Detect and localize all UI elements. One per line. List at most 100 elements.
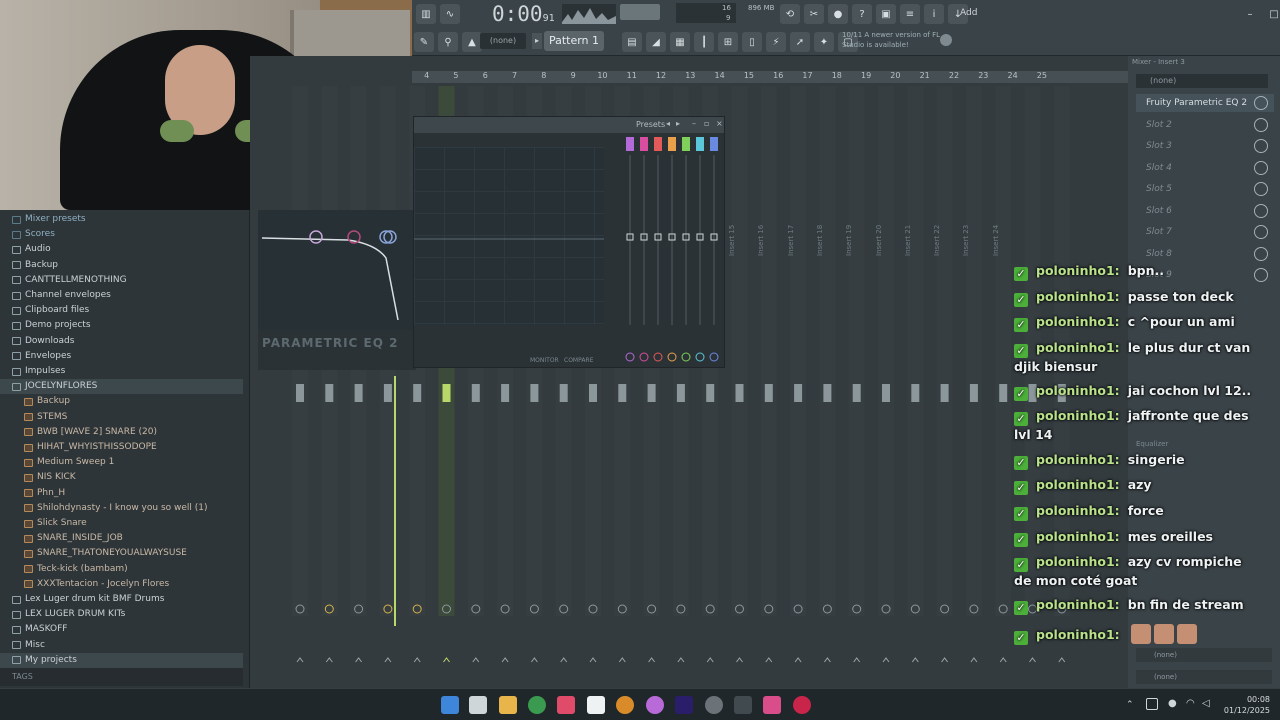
route-arrow[interactable] — [501, 657, 509, 663]
mixer-effect-slot[interactable]: Slot 7 — [1136, 223, 1274, 241]
route-arrow[interactable] — [1029, 657, 1036, 663]
route-arrow[interactable] — [794, 657, 802, 663]
browser-item[interactable]: XXXTentacion - Jocelyn Flores — [0, 577, 243, 592]
eq-band-type-button[interactable] — [668, 137, 676, 151]
slot-mix-knob[interactable] — [1254, 246, 1268, 261]
tray-sync-icon[interactable] — [1146, 698, 1158, 710]
capcut-icon[interactable] — [587, 696, 605, 714]
browser-icon[interactable]: ▯ — [742, 32, 762, 52]
browser-item[interactable]: MASKOFF — [0, 622, 243, 637]
pencil-icon[interactable]: ✎ — [414, 32, 434, 52]
route-arrow[interactable] — [648, 657, 655, 663]
playlist-icon[interactable]: ▤ — [622, 32, 642, 52]
volume-fader[interactable] — [471, 384, 480, 402]
browser-item[interactable]: BWB [WAVE 2] SNARE (20) — [0, 425, 243, 440]
volume-fader[interactable] — [911, 384, 920, 402]
chrome-icon[interactable] — [528, 696, 546, 714]
mode-icon[interactable]: ▥ — [416, 4, 436, 24]
plug-icon[interactable]: ⚡ — [766, 32, 786, 52]
preset-next-icon[interactable]: ▸ — [676, 119, 680, 128]
undo-icon[interactable]: ⟲ — [780, 4, 800, 24]
route-arrow[interactable] — [736, 657, 743, 663]
browser-item[interactable]: Channel envelopes — [0, 288, 243, 303]
cut-icon[interactable]: ✂ — [804, 4, 824, 24]
master-volume[interactable] — [620, 4, 660, 20]
eq-spectrum[interactable] — [414, 147, 604, 325]
eq-presets-menu[interactable]: Presets — [636, 120, 665, 129]
mixer-effect-slot[interactable]: Fruity Parametric EQ 2 — [1136, 94, 1274, 112]
music-icon[interactable] — [557, 696, 575, 714]
route-arrow[interactable] — [472, 657, 480, 663]
volume-fader[interactable] — [501, 384, 510, 402]
route-arrow[interactable] — [618, 657, 626, 663]
stamp-icon[interactable]: ▲ — [462, 32, 482, 52]
browser-item[interactable]: LEX LUGER DRUM KITs — [0, 607, 243, 622]
eq-band-type-button[interactable] — [696, 137, 704, 151]
browser-item[interactable]: STEMS — [0, 410, 243, 425]
channel-rack-icon[interactable]: ▦ — [670, 32, 690, 52]
browser-item[interactable]: Backup — [0, 258, 243, 273]
browser-item[interactable]: My projects — [0, 652, 243, 668]
obs-icon[interactable] — [646, 696, 664, 714]
start-icon[interactable] — [441, 696, 459, 714]
send-select-2[interactable]: (none) — [1136, 670, 1272, 684]
route-arrow[interactable] — [384, 657, 392, 663]
route-arrow[interactable] — [355, 657, 362, 663]
volume-fader[interactable] — [618, 384, 627, 402]
browser-item[interactable]: Teck-kick (bambam) — [0, 562, 243, 577]
snap-dropdown[interactable]: (none) — [480, 33, 526, 49]
help-icon[interactable]: ? — [852, 4, 872, 24]
volume-fader[interactable] — [969, 384, 978, 402]
volume-fader[interactable] — [735, 384, 744, 402]
system-clock[interactable]: 00:08 01/12/2025 — [1224, 694, 1270, 716]
route-arrow[interactable] — [677, 657, 685, 663]
browser-item[interactable]: Backup — [0, 394, 243, 409]
volume-fader[interactable] — [676, 384, 685, 402]
route-arrow[interactable] — [999, 657, 1007, 663]
eq-band-type-button[interactable] — [710, 137, 718, 151]
browser-item[interactable]: Lex Luger drum kit BMF Drums — [0, 592, 243, 607]
eq-band-controls[interactable] — [620, 135, 722, 367]
browser-item[interactable]: SNARE_INSIDE_JOB — [0, 531, 243, 546]
eq-band-knob[interactable] — [667, 352, 677, 362]
browser-item[interactable]: JOCELYNFLORES — [0, 379, 243, 395]
eq-band-knob[interactable] — [639, 352, 649, 362]
volume-fader[interactable] — [383, 384, 392, 402]
volume-fader[interactable] — [882, 384, 890, 402]
route-arrow[interactable] — [531, 657, 538, 663]
fl-studio-icon[interactable] — [616, 696, 634, 714]
route-arrow[interactable] — [706, 657, 714, 663]
app-red-icon[interactable] — [793, 696, 811, 714]
mixer-effect-slot[interactable]: Slot 6 — [1136, 202, 1274, 220]
mixer-view-icon[interactable]: ┃ — [694, 32, 714, 52]
volume-fader[interactable] — [823, 384, 832, 402]
browser-item[interactable]: Mixer presets — [0, 212, 243, 227]
slot-mix-knob[interactable] — [1254, 203, 1268, 218]
route-arrow[interactable] — [970, 657, 978, 663]
slot-mix-knob[interactable] — [1254, 96, 1268, 110]
tray-wifi-icon[interactable]: ◠ — [1186, 698, 1195, 709]
eq-band-knob[interactable] — [625, 352, 635, 362]
volume-fader[interactable] — [647, 384, 656, 402]
browser-item[interactable]: Misc — [0, 638, 243, 653]
send-select-1[interactable]: (none) — [1136, 648, 1272, 662]
route-arrow[interactable] — [941, 657, 948, 663]
route-arrow[interactable] — [911, 657, 919, 663]
route-arrow[interactable] — [1058, 657, 1066, 663]
minimize-icon[interactable]: – — [1240, 4, 1260, 24]
volume-fader[interactable] — [999, 384, 1008, 402]
update-notice[interactable]: 10/11 A newer version of FL Studio is av… — [842, 30, 942, 50]
plugin-picker-icon[interactable]: ⊞ — [718, 32, 738, 52]
volume-fader[interactable] — [852, 384, 861, 402]
browser-item[interactable]: CANTTELLMENOTHING — [0, 273, 243, 288]
slot-mix-knob[interactable] — [1254, 182, 1268, 196]
github-icon[interactable] — [705, 696, 723, 714]
browser-item[interactable]: Impulses — [0, 364, 243, 379]
eq-band-knob[interactable] — [653, 352, 663, 362]
hint-icon[interactable]: ✦ — [814, 32, 834, 52]
capcut-alt-icon[interactable] — [734, 696, 752, 714]
route-arrow[interactable] — [560, 657, 568, 663]
info-icon[interactable]: i — [924, 4, 944, 24]
tray-chevron-icon[interactable]: ⌃ — [1126, 700, 1134, 710]
volume-fader[interactable] — [764, 384, 773, 402]
